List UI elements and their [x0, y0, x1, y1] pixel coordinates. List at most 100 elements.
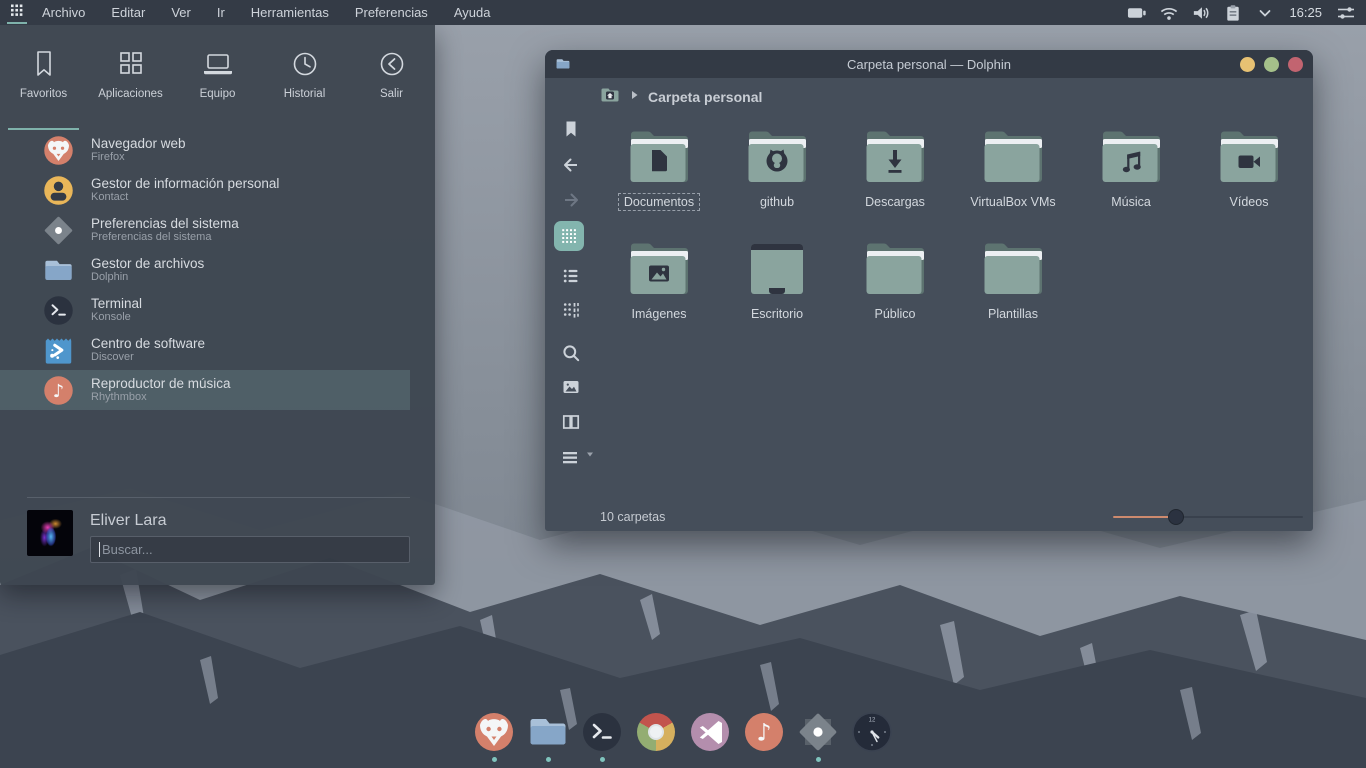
running-indicator: [546, 757, 551, 762]
app-item-kontact[interactable]: Gestor de información personal Kontact: [0, 170, 435, 210]
folder-imagenes[interactable]: Imágenes: [600, 242, 718, 347]
maximize-button[interactable]: [1264, 57, 1279, 72]
folder-github[interactable]: github: [718, 130, 836, 235]
app-title: Navegador web: [91, 136, 186, 152]
konsole-icon: [42, 294, 75, 327]
clipboard-icon[interactable]: [1223, 3, 1243, 23]
toolbar-bookmark-button[interactable]: [558, 116, 584, 142]
dock-dolphin[interactable]: [525, 710, 571, 762]
app-subtitle: Firefox: [91, 151, 186, 164]
battery-icon[interactable]: [1127, 3, 1147, 23]
folder-label: Escritorio: [745, 305, 809, 323]
folder-escritorio[interactable]: Escritorio: [718, 242, 836, 347]
toolbar-search-button[interactable]: [558, 340, 584, 366]
app-subtitle: Preferencias del sistema: [91, 231, 239, 244]
app-title: Reproductor de música: [91, 376, 231, 392]
avatar[interactable]: [27, 510, 73, 556]
minimize-button[interactable]: [1240, 57, 1255, 72]
text-caret: [99, 542, 100, 557]
menu-ayuda[interactable]: Ayuda: [454, 5, 491, 20]
menu-ir[interactable]: Ir: [217, 5, 225, 20]
tune-icon[interactable]: [1336, 3, 1356, 23]
tab-equipo[interactable]: Equipo: [174, 39, 261, 121]
zoom-slider[interactable]: [1113, 509, 1303, 525]
search-input[interactable]: Buscar...: [90, 536, 410, 563]
divider: [27, 497, 410, 498]
folder-plantillas[interactable]: Plantillas: [954, 242, 1072, 347]
tab-favoritos[interactable]: Favoritos: [0, 39, 87, 121]
folder-label: Plantillas: [982, 305, 1044, 323]
app-item-rhythmbox[interactable]: ♪ Reproductor de música Rhythmbox: [0, 370, 410, 410]
folder-label: Imágenes: [626, 305, 693, 323]
system-tray: 16:25: [1127, 3, 1366, 23]
dock-konsole[interactable]: [579, 710, 625, 762]
history-icon: [290, 47, 320, 79]
tab-historial[interactable]: Historial: [261, 39, 348, 121]
app-launcher-button[interactable]: [0, 0, 34, 25]
folder-label: github: [754, 193, 800, 211]
dock-settings[interactable]: [795, 710, 841, 762]
dock-vscode[interactable]: [687, 710, 733, 762]
toolbar-preview-button[interactable]: [558, 374, 584, 400]
global-menubar: Archivo Editar Ver Ir Herramientas Preferenci…: [42, 5, 490, 20]
dock-clock[interactable]: 12: [849, 710, 895, 762]
running-indicator: [492, 757, 497, 762]
toolbar-view-list-button[interactable]: [558, 263, 584, 289]
folder-musica[interactable]: Música: [1072, 130, 1190, 235]
caret-down-icon: [585, 444, 595, 469]
app-title: Preferencias del sistema: [91, 216, 239, 232]
volume-icon[interactable]: [1191, 3, 1211, 23]
folder-icon-github: [745, 130, 809, 186]
folder-label: Público: [869, 305, 922, 323]
breadcrumb[interactable]: Carpeta personal: [600, 86, 762, 108]
home-folder-icon: [600, 86, 620, 108]
folder-videos[interactable]: Vídeos: [1190, 130, 1308, 235]
slider-fill: [1113, 516, 1176, 518]
avatar-image: [27, 510, 73, 556]
folder-virtualbox-vms[interactable]: VirtualBox VMs: [954, 130, 1072, 235]
app-item-discover[interactable]: Centro de software Discover: [0, 330, 435, 370]
clock[interactable]: 16:25: [1289, 5, 1322, 20]
folder-documentos[interactable]: Documentos: [600, 130, 718, 235]
app-item-firefox[interactable]: Navegador web Firefox: [0, 130, 435, 170]
menu-archivo[interactable]: Archivo: [42, 5, 85, 20]
konsole-icon: [580, 710, 624, 754]
menu-preferencias[interactable]: Preferencias: [355, 5, 428, 20]
favorites-list: Navegador web Firefox Gestor de informac…: [0, 130, 435, 410]
close-button[interactable]: [1288, 57, 1303, 72]
app-title: Gestor de información personal: [91, 176, 279, 192]
app-item-dolphin[interactable]: Gestor de archivos Dolphin: [0, 250, 435, 290]
dock-firefox[interactable]: [471, 710, 517, 762]
app-item-preferencias-del-sistema[interactable]: Preferencias del sistema Preferencias de…: [0, 210, 435, 250]
tray-icons: [1127, 3, 1275, 23]
menu-herramientas[interactable]: Herramientas: [251, 5, 329, 20]
user-area: Eliver Lara Buscar...: [27, 510, 410, 570]
window-titlebar[interactable]: Carpeta personal — Dolphin: [545, 50, 1313, 78]
toolbar-back-button[interactable]: [558, 152, 584, 178]
toolbar-view-compact-button[interactable]: [558, 297, 584, 323]
caret-right-icon: [629, 88, 639, 107]
menu-editar[interactable]: Editar: [111, 5, 145, 20]
toolbar-view-grid-button[interactable]: [554, 221, 584, 251]
toolbar-forward-button[interactable]: [558, 187, 584, 213]
folder-grid: Documentos github Descargas VirtualBox V…: [600, 130, 1310, 354]
tab-salir[interactable]: Salir: [348, 39, 435, 121]
svg-text:12: 12: [869, 718, 876, 724]
toolbar-menu-button[interactable]: [558, 444, 584, 470]
dock-rhythmbox[interactable]: ♪: [741, 710, 787, 762]
tab-label: Equipo: [200, 88, 236, 100]
app-subtitle: Discover: [91, 351, 205, 364]
toolbar-split-button[interactable]: [558, 409, 584, 435]
launcher-tabs: Favoritos Aplicaciones Equipo Historial …: [0, 39, 435, 121]
tab-aplicaciones[interactable]: Aplicaciones: [87, 39, 174, 121]
dock-chromium[interactable]: [633, 710, 679, 762]
menu-ver[interactable]: Ver: [171, 5, 191, 20]
folder-descargas[interactable]: Descargas: [836, 130, 954, 235]
slider-handle[interactable]: [1168, 509, 1184, 525]
statusbar: 10 carpetas: [545, 503, 1313, 531]
app-item-konsole[interactable]: Terminal Konsole: [0, 290, 435, 330]
tab-label: Aplicaciones: [98, 88, 163, 100]
folder-publico[interactable]: Público: [836, 242, 954, 347]
wifi-icon[interactable]: [1159, 3, 1179, 23]
chevron-down-icon[interactable]: [1255, 3, 1275, 23]
